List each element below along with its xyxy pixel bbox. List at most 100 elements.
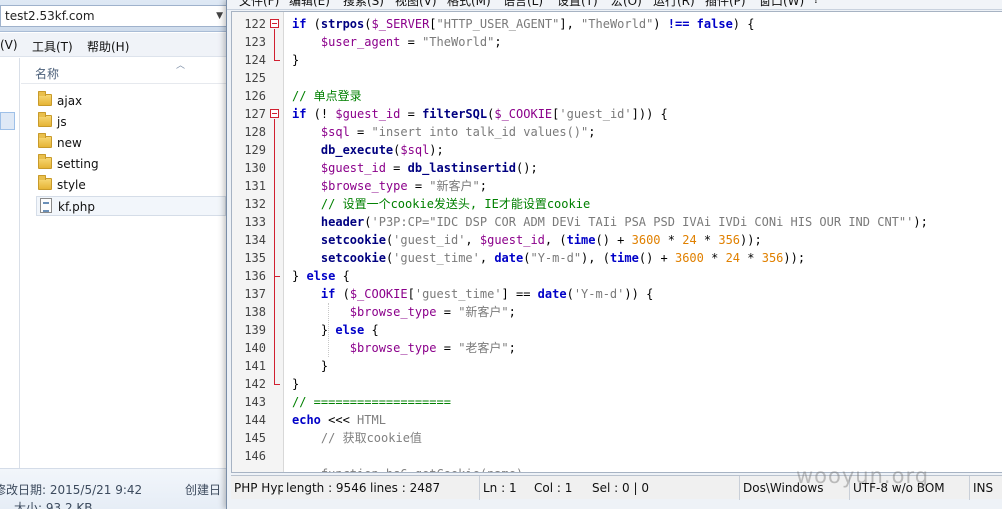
editor-menubar: 文件(F) 编辑(E) 搜索(S) 视图(V) 格式(M) 语言(L) 设置(T… (227, 0, 1002, 10)
code-token: $user_agent (320, 35, 401, 49)
code-token: db_execute (320, 143, 394, 157)
file-name: kf.php (58, 200, 95, 214)
status-mode: INS (969, 476, 1002, 500)
code-token: } (292, 377, 300, 391)
code-token: ) (653, 17, 668, 31)
explorer-menubar: (V) 工具(T) 帮助(H) (0, 33, 232, 57)
address-input[interactable]: test2.53kf.com ▼ (0, 5, 228, 27)
file-row-setting[interactable]: setting (36, 154, 226, 174)
details-pane: 修改日期: 2015/5/21 9:42 创建日 大小: 93.2 KB (0, 468, 232, 509)
code-token: date (537, 287, 567, 301)
indent-guide (328, 303, 329, 357)
column-header-name[interactable]: 名称 ︿ (21, 58, 232, 84)
code-line: $guest_id = db_lastinsertid(); (292, 159, 538, 177)
code-token: "HTTP_USER_AGENT" (436, 17, 560, 31)
code-line: $user_agent = "TheWorld"; (292, 33, 502, 51)
menu-help[interactable]: ? (813, 0, 819, 6)
code-token: = (436, 305, 459, 319)
chevron-down-icon[interactable]: ▼ (216, 6, 223, 26)
code-line: // =================== (292, 393, 451, 411)
code-token: * (660, 233, 683, 247)
editor-text-area[interactable]: 122 123 124 125 126 127 128 129 130 131 132 133 134 1… (231, 11, 1002, 473)
code-token: ; (494, 35, 502, 49)
code-token: "新客户" (429, 179, 480, 193)
code-editor-window: 文件(F) 编辑(E) 搜索(S) 视图(V) 格式(M) 语言(L) 设置(T… (226, 0, 1002, 509)
code-token: , (479, 251, 495, 265)
file-row-js[interactable]: js (36, 112, 226, 132)
line-number: 138 (244, 305, 266, 319)
code-token: ), ( (581, 251, 610, 265)
folder-icon (38, 175, 52, 190)
sort-arrow-icon: ︿ (176, 61, 186, 71)
code-token: $_COOKIE (494, 107, 553, 121)
code-token: ( (364, 215, 372, 229)
file-name: js (57, 115, 67, 129)
code-line: } (292, 375, 299, 393)
code-token: $_SERVER (371, 17, 430, 31)
menu-settings[interactable]: 设置(T) (557, 0, 598, 9)
line-number: 122 (244, 17, 266, 31)
code-token: 'guest_time' (414, 287, 502, 301)
line-number: 142 (244, 377, 266, 391)
code-token: $sql (320, 125, 350, 139)
code-token: [ (407, 287, 415, 301)
code-token: strpos (320, 17, 365, 31)
line-number: 141 (244, 359, 266, 373)
menu-view[interactable]: (V) (0, 38, 18, 52)
code-token: "Y-m-d" (530, 251, 582, 265)
code-token: ); (913, 215, 928, 229)
file-row-new[interactable]: new (36, 133, 226, 153)
code-token: $browse_type (349, 341, 437, 355)
file-row-style[interactable]: style (36, 175, 226, 195)
menu-plugins[interactable]: 插件(P) (705, 0, 746, 9)
menu-help[interactable]: 帮助(H) (87, 38, 129, 55)
code-token: } (292, 359, 329, 373)
code-token: else (335, 323, 365, 337)
code-token: 'P3P:CP="IDC DSP COR ADM DEVi TAIi PSA P… (371, 215, 914, 229)
menu-language[interactable]: 语言(L) (503, 0, 543, 9)
menu-file[interactable]: 文件(F) (239, 0, 279, 9)
code-line: setcookie('guest_id', $guest_id, (time()… (292, 231, 762, 249)
code-token: // 设置一个cookie发送头, IE才能设置cookie (320, 197, 591, 211)
code-token: ); (429, 143, 444, 157)
line-number: 145 (244, 431, 266, 445)
code-token: * (740, 251, 762, 265)
file-row-ajax[interactable]: ajax (36, 91, 226, 111)
code-line: } else { (292, 267, 350, 285)
code-token: $browse_type (320, 179, 408, 193)
line-number: 137 (244, 287, 266, 301)
menu-view[interactable]: 视图(V) (395, 0, 437, 9)
navigation-selected-item[interactable] (0, 112, 15, 130)
menu-search[interactable]: 搜索(S) (343, 0, 384, 9)
file-name: new (57, 136, 82, 150)
modified-date: 修改日期: 2015/5/21 9:42 (0, 483, 143, 497)
code-token: 24 (725, 251, 741, 265)
fold-toggle-icon[interactable] (270, 19, 279, 28)
fold-toggle-icon[interactable] (270, 109, 279, 118)
menu-tools[interactable]: 工具(T) (32, 38, 73, 55)
code-content[interactable]: if (strpos($_SERVER["HTTP_USER_AGENT"], … (292, 12, 1002, 472)
line-number: 144 (244, 413, 266, 427)
code-token: , (465, 233, 480, 247)
menu-macro[interactable]: 宏(O) (611, 0, 642, 9)
line-number-gutter[interactable]: 122 123 124 125 126 127 128 129 130 131 132 133 134 1… (232, 12, 284, 472)
code-line: $sql = "insert into talk_id values()"; (292, 123, 596, 141)
menu-window[interactable]: 窗口(W) (759, 0, 804, 9)
column-header-label: 名称 (35, 67, 60, 81)
menu-run[interactable]: 运行(R) (653, 0, 695, 9)
code-token: time (566, 233, 596, 247)
code-token: // 获取cookie值 (320, 431, 422, 445)
code-token: if (292, 107, 307, 121)
file-size: 大小: 93.2 KB (14, 501, 93, 509)
menu-edit[interactable]: 编辑(E) (289, 0, 330, 9)
status-lines: lines : 2487 (370, 481, 441, 495)
line-number: 126 (244, 89, 266, 103)
file-row-kf-php[interactable]: kf.php (36, 196, 226, 216)
code-token: = (400, 107, 423, 121)
code-token: <<< (320, 413, 358, 427)
menu-format[interactable]: 格式(M) (447, 0, 491, 9)
status-selection: Sel : 0 | 0 (592, 481, 649, 495)
